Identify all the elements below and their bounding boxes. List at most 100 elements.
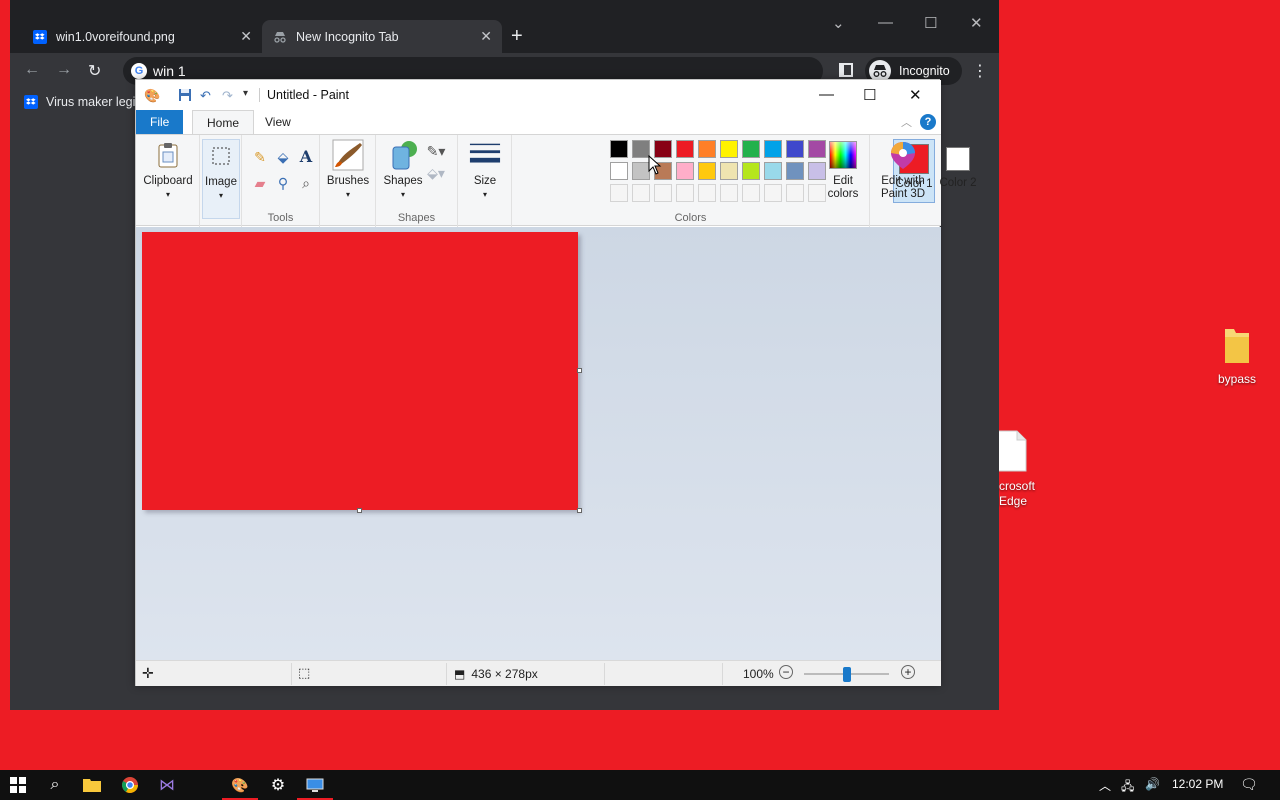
palette-swatch[interactable]: [676, 162, 694, 180]
file-explorer-icon[interactable]: [82, 775, 102, 795]
custom-color-slot[interactable]: [764, 184, 782, 202]
taskbar: ⌕ ⋈ 🎨 ⚙ ︿ 🖧 🔊 12:02 PM 🗨: [0, 770, 1280, 800]
palette-swatch[interactable]: [698, 140, 716, 158]
zoom-in-button[interactable]: +: [901, 665, 915, 679]
redo-icon[interactable]: ↷: [222, 88, 233, 104]
palette-swatch[interactable]: [764, 162, 782, 180]
shape-fill-icon[interactable]: ⬙▾: [426, 163, 446, 183]
palette-swatch[interactable]: [742, 140, 760, 158]
custom-color-slot[interactable]: [676, 184, 694, 202]
palette-swatch[interactable]: [720, 162, 738, 180]
custom-color-slot[interactable]: [742, 184, 760, 202]
bookmark-item[interactable]: Virus maker legi: [24, 95, 135, 109]
show-hidden-icons-icon[interactable]: ︿: [1099, 777, 1111, 794]
shapes-button[interactable]: Shapes ▾: [380, 139, 426, 201]
settings-gear-icon[interactable]: ⚙: [268, 775, 288, 795]
palette-swatch[interactable]: [698, 162, 716, 180]
paint-close-button[interactable]: ✕: [909, 86, 922, 104]
tab-view[interactable]: View: [251, 110, 305, 134]
minimize-button[interactable]: —: [878, 14, 893, 31]
network-icon[interactable]: 🖧: [1121, 777, 1134, 798]
side-panel-icon[interactable]: [839, 63, 853, 77]
paint-maximize-button[interactable]: ☐: [863, 86, 876, 104]
edit-with-paint3d-button[interactable]: Edit with Paint 3D: [872, 139, 934, 201]
status-bar: ✛ ⬚ ⬒ 436 × 278px 100% − +: [136, 660, 941, 686]
cursor-position-icon: ✛: [142, 665, 154, 681]
palette-swatch[interactable]: [786, 140, 804, 158]
close-tab-icon[interactable]: ✕: [240, 28, 252, 45]
chevron-down-icon: ▾: [400, 190, 405, 199]
dropbox-icon: [24, 95, 38, 109]
palette-swatch[interactable]: [676, 140, 694, 158]
tab-file[interactable]: File: [136, 110, 184, 134]
paint3d-group: Edit with Paint 3D: [870, 135, 936, 227]
fill-icon[interactable]: ⬙: [273, 147, 293, 167]
size-button[interactable]: Size ▾: [462, 139, 508, 201]
palette-swatch[interactable]: [764, 140, 782, 158]
brushes-button[interactable]: Brushes ▾: [324, 139, 372, 201]
custom-color-slot[interactable]: [698, 184, 716, 202]
remote-desktop-icon[interactable]: [297, 775, 333, 800]
menu-icon[interactable]: ⋮: [972, 61, 988, 81]
volume-icon[interactable]: 🔊: [1145, 777, 1160, 791]
resize-handle-right[interactable]: [577, 368, 582, 373]
save-icon[interactable]: [178, 88, 192, 105]
back-icon[interactable]: ←: [24, 61, 40, 79]
chevron-down-icon: ▾: [218, 191, 223, 200]
resize-handle-bottom[interactable]: [357, 508, 362, 513]
file-icon: [997, 430, 1027, 472]
palette-swatch[interactable]: [610, 140, 628, 158]
clock-time[interactable]: 12:02 PM: [1172, 777, 1223, 791]
pencil-icon[interactable]: ✎: [250, 147, 270, 167]
outline-icon[interactable]: ✎▾: [426, 141, 446, 161]
undo-icon[interactable]: ↶: [200, 88, 211, 104]
close-tab-icon[interactable]: ✕: [480, 28, 492, 45]
resize-handle-corner[interactable]: [577, 508, 582, 513]
color2-label: Color 2: [939, 177, 977, 189]
paint-minimize-button[interactable]: —: [819, 86, 834, 103]
color-picker-icon[interactable]: ⚲: [273, 173, 293, 193]
custom-color-slot[interactable]: [720, 184, 738, 202]
eraser-icon[interactable]: ▰: [250, 173, 270, 193]
notifications-icon[interactable]: 🗨: [1240, 776, 1258, 793]
help-icon[interactable]: ?: [920, 114, 936, 130]
palette-swatch[interactable]: [720, 140, 738, 158]
text-icon[interactable]: A: [296, 146, 316, 166]
palette-swatch[interactable]: [610, 162, 628, 180]
desktop-icon-bypass[interactable]: bypass: [1197, 325, 1277, 387]
customize-qat-icon[interactable]: ▾: [243, 88, 248, 99]
custom-color-slot[interactable]: [632, 184, 650, 202]
forward-icon[interactable]: →: [56, 61, 72, 79]
tab-new-incognito[interactable]: New Incognito Tab ✕: [262, 20, 502, 53]
ribbon: Clipboard ▾ Image ▾ ✎ ⬙ A ▰ ⚲ ⌕ Tools Br…: [136, 134, 977, 227]
custom-color-slot[interactable]: [654, 184, 672, 202]
custom-color-slot[interactable]: [786, 184, 804, 202]
custom-color-slot[interactable]: [610, 184, 628, 202]
chrome-icon[interactable]: [120, 775, 140, 795]
tab-dropbox-image[interactable]: win1.0voreifound.png ✕: [22, 20, 262, 53]
maximize-button[interactable]: ☐: [924, 14, 937, 32]
visual-studio-icon[interactable]: ⋈: [157, 775, 177, 795]
edit-colors-button[interactable]: Edit colors: [820, 139, 866, 201]
search-icon[interactable]: ⌕: [45, 775, 65, 795]
clipboard-button[interactable]: Clipboard ▾: [140, 139, 196, 201]
palette-swatch[interactable]: [742, 162, 760, 180]
drawing-canvas[interactable]: [142, 232, 578, 510]
close-button[interactable]: ✕: [970, 14, 983, 32]
tab-home[interactable]: Home: [192, 110, 255, 134]
windows-start-icon[interactable]: [8, 775, 28, 795]
paint3d-icon: [887, 139, 919, 171]
paint-app-icon[interactable]: 🎨: [144, 88, 160, 104]
image-button[interactable]: Image ▾: [202, 139, 240, 219]
tab-search-icon[interactable]: ⌄: [832, 14, 845, 32]
paint-taskbar-icon[interactable]: 🎨: [222, 775, 258, 800]
color2-button[interactable]: Color 2: [937, 139, 979, 203]
collapse-ribbon-icon[interactable]: ︿: [901, 114, 912, 130]
zoom-out-button[interactable]: −: [779, 665, 793, 679]
palette-swatch[interactable]: [786, 162, 804, 180]
zoom-slider-thumb[interactable]: [842, 667, 851, 682]
paint-window: 🎨 ↶ ↷ ▾ Untitled - Paint — ☐ ✕ File Home…: [135, 79, 977, 686]
reload-icon[interactable]: ↻: [88, 61, 101, 81]
new-tab-button[interactable]: +: [511, 25, 523, 48]
magnifier-icon[interactable]: ⌕: [296, 173, 316, 193]
